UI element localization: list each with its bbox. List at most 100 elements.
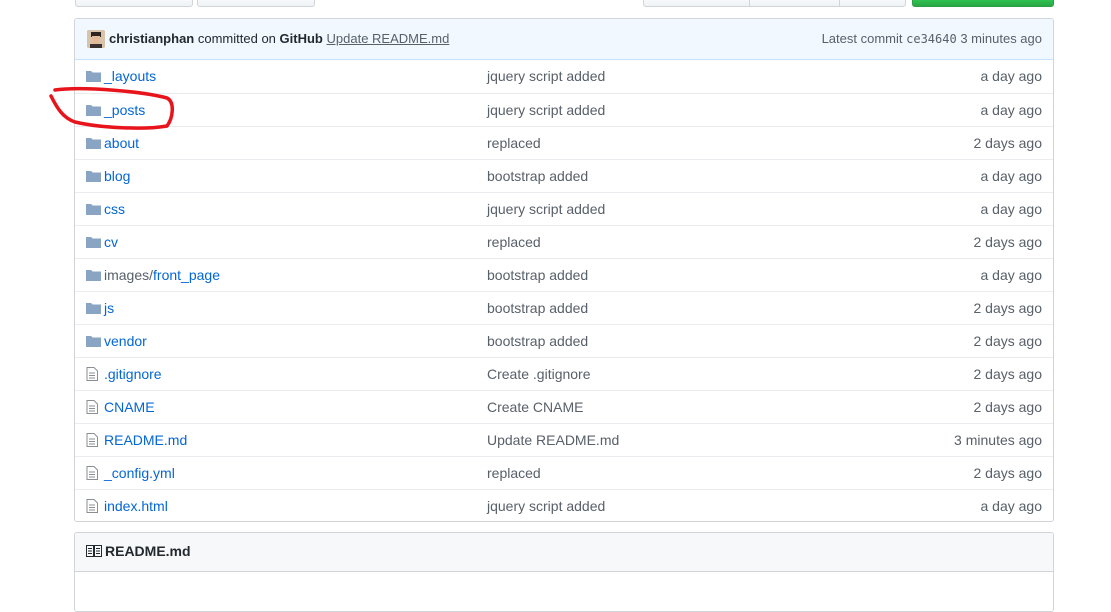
commit-time: 3 minutes ago [960, 31, 1042, 46]
file-name-link[interactable]: CNAME [104, 399, 155, 415]
file-row: _layouts jquery script added a day ago [75, 60, 1053, 93]
folder-icon [86, 202, 101, 216]
file-row: blog bootstrap added a day ago [75, 159, 1053, 192]
toolbar-button-left-1[interactable] [75, 0, 193, 7]
file-row: js bootstrap added 2 days ago [75, 291, 1053, 324]
file-row: index.html jquery script added a day ago [75, 489, 1053, 521]
file-row: _config.yml replaced 2 days ago [75, 456, 1053, 489]
file-name-link[interactable]: _layouts [104, 68, 156, 84]
toolbar-separator [749, 0, 750, 6]
file-name-link[interactable]: cv [104, 234, 118, 250]
folder-icon [86, 136, 101, 150]
file-list: _layouts jquery script added a day ago _pos… [75, 60, 1053, 521]
file-name-link[interactable]: about [104, 135, 139, 151]
commit-message[interactable]: bootstrap added [487, 267, 588, 283]
file-row: images/front_page bootstrap added a day ag… [75, 258, 1053, 291]
file-name[interactable]: _posts [104, 102, 145, 118]
file-browser: christianphan committed on GitHub Update… [74, 18, 1054, 522]
file-row: _posts jquery script added a day ago [75, 93, 1053, 126]
commit-message[interactable]: jquery script added [487, 102, 605, 118]
file-name[interactable]: vendor [104, 333, 147, 349]
file-name-link[interactable]: _posts [104, 102, 145, 118]
commit-age: a day ago [980, 102, 1043, 118]
commit-age: 2 days ago [973, 465, 1043, 481]
commit-age: 2 days ago [973, 333, 1043, 349]
commit-message[interactable]: jquery script added [487, 201, 605, 217]
commit-message[interactable]: jquery script added [487, 498, 605, 514]
commit-author[interactable]: christianphan [109, 31, 194, 46]
file-name[interactable]: _layouts [104, 68, 156, 84]
readme-title: README.md [105, 543, 191, 559]
folder-icon [86, 169, 101, 183]
avatar[interactable] [87, 30, 105, 48]
commit-message[interactable]: bootstrap added [487, 168, 588, 184]
commit-age: 2 days ago [973, 399, 1043, 415]
file-name-link[interactable]: _config.yml [104, 465, 175, 481]
file-row: css jquery script added a day ago [75, 192, 1053, 225]
file-name-link[interactable]: .gitignore [104, 366, 162, 382]
commit-age: a day ago [980, 68, 1043, 84]
file-icon [86, 499, 101, 513]
toolbar-button-group[interactable] [643, 0, 906, 7]
readme-header: README.md [75, 533, 1053, 572]
file-name-link[interactable]: vendor [104, 333, 147, 349]
file-name-link[interactable]: blog [104, 168, 130, 184]
file-row: CNAME Create CNAME 2 days ago [75, 390, 1053, 423]
file-row: about replaced 2 days ago [75, 126, 1053, 159]
commit-age: 2 days ago [973, 300, 1043, 316]
commit-message[interactable]: bootstrap added [487, 300, 588, 316]
commit-age: a day ago [980, 267, 1043, 283]
file-row: .gitignore Create .gitignore 2 days ago [75, 357, 1053, 390]
commit-sha-link[interactable]: ce34640 [906, 32, 957, 46]
commit-age: a day ago [980, 498, 1043, 514]
folder-icon [86, 334, 101, 348]
commit-message[interactable]: jquery script added [487, 68, 605, 84]
file-name-link[interactable]: index.html [104, 498, 168, 514]
commit-message[interactable]: bootstrap added [487, 333, 588, 349]
file-name[interactable]: cv [104, 234, 118, 250]
file-name[interactable]: blog [104, 168, 130, 184]
file-icon [86, 367, 101, 381]
file-name[interactable]: js [104, 300, 114, 316]
file-name[interactable]: _config.yml [104, 465, 175, 481]
commit-age: 2 days ago [973, 135, 1043, 151]
folder-icon [86, 235, 101, 249]
file-name-link[interactable]: css [104, 201, 125, 217]
commit-message[interactable]: replaced [487, 465, 541, 481]
commit-message[interactable]: Create .gitignore [487, 366, 591, 382]
file-icon [86, 466, 101, 480]
file-name[interactable]: .gitignore [104, 366, 162, 382]
commit-message[interactable]: replaced [487, 135, 541, 151]
file-icon [86, 400, 101, 414]
commit-verb: committed on [197, 31, 276, 46]
folder-icon [86, 69, 101, 83]
file-name[interactable]: README.md [104, 432, 187, 448]
file-icon [86, 433, 101, 447]
commit-message-link[interactable]: Update README.md [327, 31, 450, 46]
commit-age: 3 minutes ago [954, 432, 1042, 448]
file-row: vendor bootstrap added 2 days ago [75, 324, 1053, 357]
file-row: cv replaced 2 days ago [75, 225, 1053, 258]
file-name[interactable]: CNAME [104, 399, 155, 415]
commit-platform: GitHub [279, 31, 323, 46]
clone-download-button[interactable] [912, 0, 1054, 7]
commit-age: 2 days ago [973, 366, 1043, 382]
commit-meta: Latest commit ce34640 3 minutes ago [822, 31, 1042, 46]
toolbar-button-left-2[interactable] [197, 0, 315, 7]
file-name-link[interactable]: js [104, 300, 114, 316]
file-name-link[interactable]: README.md [104, 432, 187, 448]
commit-message[interactable]: replaced [487, 234, 541, 250]
file-name[interactable]: about [104, 135, 139, 151]
folder-icon [86, 268, 101, 282]
folder-icon [86, 103, 101, 117]
file-name[interactable]: index.html [104, 498, 168, 514]
readme-panel: README.md [74, 532, 1054, 612]
commit-message[interactable]: Update README.md [487, 432, 619, 448]
commit-message[interactable]: Create CNAME [487, 399, 583, 415]
file-name-link[interactable]: front_page [153, 267, 220, 283]
latest-commit-label: Latest commit [821, 31, 903, 46]
book-icon [86, 545, 102, 557]
file-name[interactable]: images/front_page [104, 267, 220, 283]
commit-age: 2 days ago [973, 234, 1043, 250]
file-name[interactable]: css [104, 201, 125, 217]
